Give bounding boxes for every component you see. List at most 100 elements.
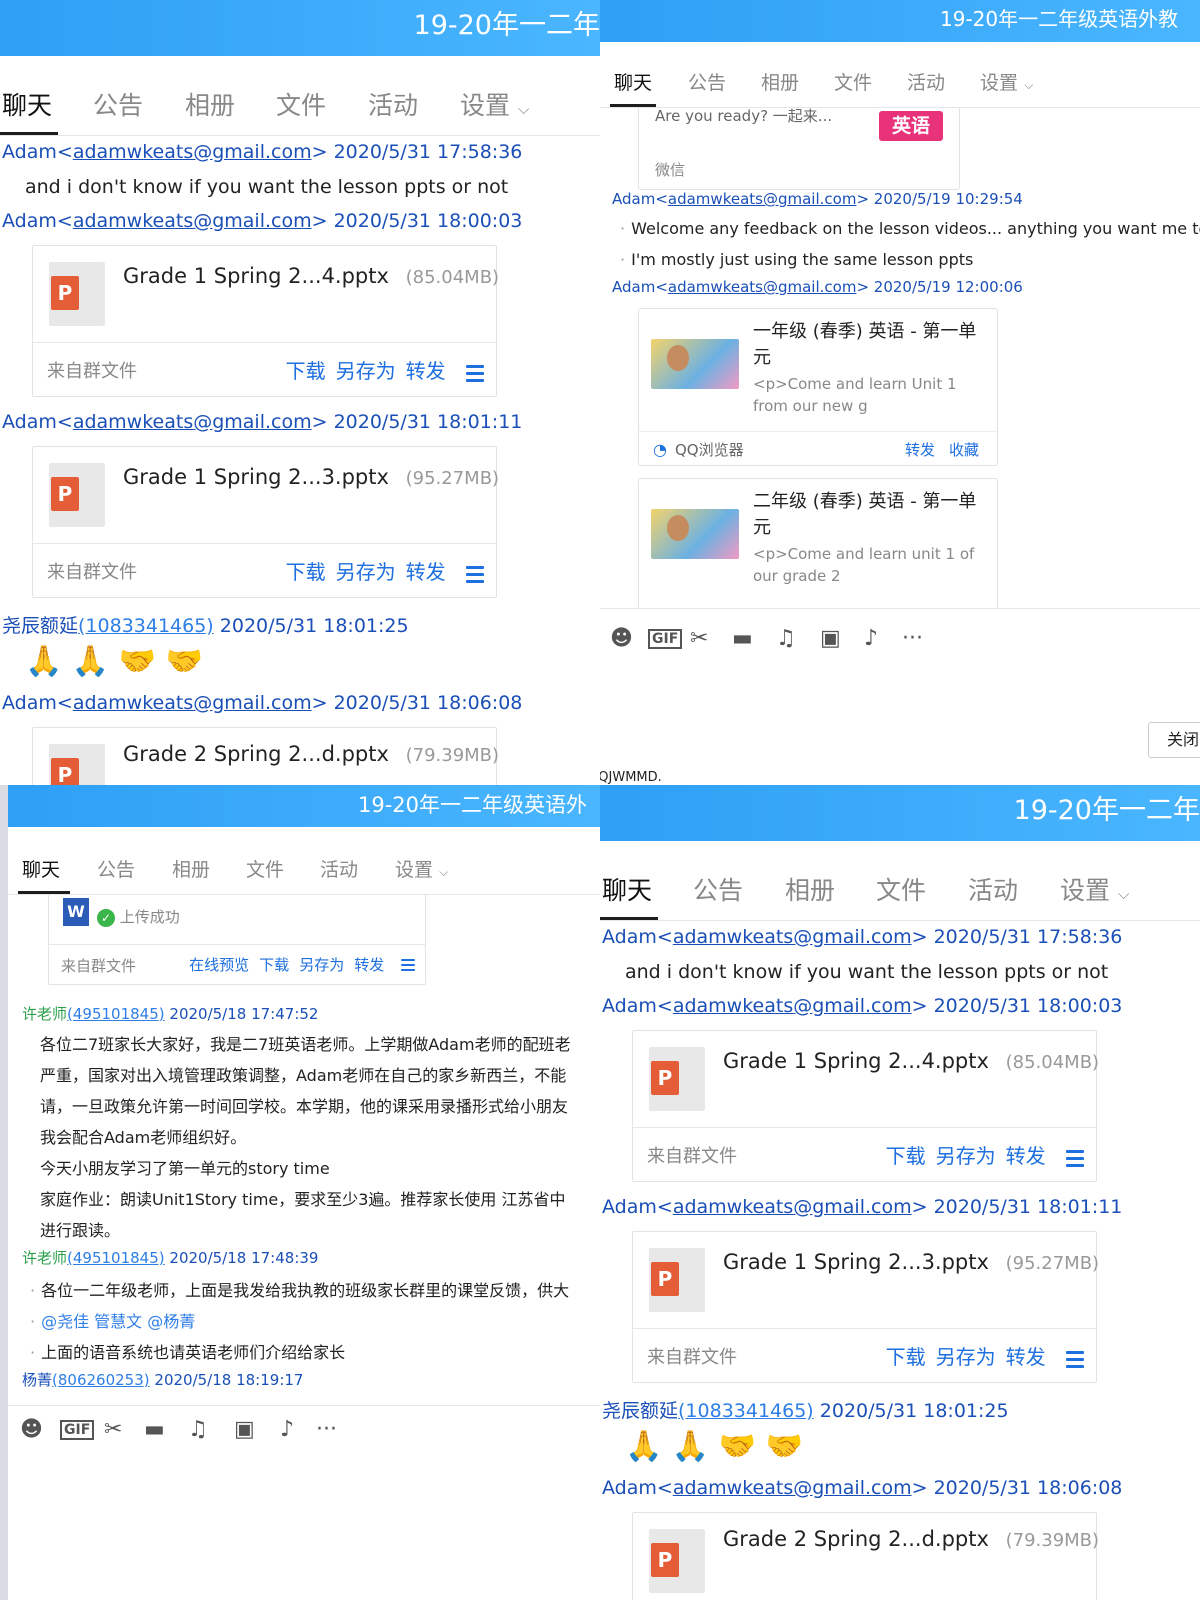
tab-notice[interactable]: 公告 <box>688 68 726 95</box>
tab-chat[interactable]: 聊天 <box>602 871 652 907</box>
video-share-card[interactable]: 一年级 (春季) 英语 - 第一单元 <p>Come and learn Uni… <box>638 308 998 466</box>
forward-link[interactable]: 转发 <box>1006 1144 1046 1168</box>
tab-chat[interactable]: 聊天 <box>2 86 52 122</box>
message-time: 2020/5/31 18:06:08 <box>933 1477 1123 1499</box>
tab-files[interactable]: 文件 <box>834 68 872 95</box>
image-icon[interactable]: ▣ <box>820 626 841 651</box>
scissors-icon[interactable]: ✂ <box>104 1417 122 1442</box>
tab-album[interactable]: 相册 <box>785 871 835 907</box>
forward-link[interactable]: 转发 <box>406 560 446 584</box>
sender-id-link[interactable]: (495101845) <box>67 1005 165 1023</box>
menu-icon[interactable] <box>1066 1350 1084 1368</box>
more-icon[interactable]: ··· <box>316 1417 337 1442</box>
sender-id-link[interactable]: (806260253) <box>52 1371 150 1389</box>
tab-notice[interactable]: 公告 <box>93 86 143 122</box>
sender-email-link[interactable]: adamwkeats@gmail.com <box>673 926 912 948</box>
handshake-emoji-icon: 🤝 <box>765 1429 804 1464</box>
tab-activity[interactable]: 活动 <box>907 68 945 95</box>
menu-icon[interactable] <box>466 565 484 583</box>
message-time: 2020/5/31 18:01:11 <box>333 411 523 433</box>
forward-link[interactable]: 转发 <box>406 359 446 383</box>
folder-icon[interactable]: ▬ <box>732 626 753 651</box>
download-link[interactable]: 下载 <box>886 1144 926 1168</box>
video-share-card[interactable]: 二年级 (春季) 英语 - 第一单元 <p>Come and learn uni… <box>638 478 998 608</box>
tab-activity[interactable]: 活动 <box>368 86 418 122</box>
forward-link[interactable]: 转发 <box>1006 1345 1046 1369</box>
tab-settings[interactable]: 设置 ⌵ <box>395 855 448 882</box>
close-button[interactable]: 关闭 <box>1148 722 1200 758</box>
sender-id-link[interactable]: (1083341465) <box>78 615 214 637</box>
forward-link[interactable]: 转发 <box>354 956 384 974</box>
menu-icon[interactable] <box>401 959 415 972</box>
file-card[interactable]: P Grade 1 Spring 2...3.pptx (95.27MB) 来自… <box>32 446 499 598</box>
file-card[interactable]: P Grade 1 Spring 2...4.pptx (85.04MB) 来自… <box>632 1030 1099 1182</box>
tab-settings[interactable]: 设置 ⌵ <box>1060 871 1129 907</box>
preview-link[interactable]: 在线预览 <box>189 956 249 974</box>
gif-icon[interactable]: GIF <box>60 1420 95 1440</box>
tab-notice[interactable]: 公告 <box>693 871 743 907</box>
sender-email-link[interactable]: adamwkeats@gmail.com <box>673 1477 912 1499</box>
tab-notice[interactable]: 公告 <box>97 855 135 882</box>
word-file-icon: W <box>63 898 89 926</box>
file-card[interactable]: P Grade 1 Spring 2...4.pptx (85.04MB) 来自… <box>32 245 499 397</box>
image-icon[interactable]: ▣ <box>234 1417 255 1442</box>
mention-text[interactable]: @尧佳 管慧文 @杨菁 <box>30 1308 195 1332</box>
music-icon[interactable]: ♫ <box>776 626 796 651</box>
save-as-link[interactable]: 另存为 <box>936 1345 996 1369</box>
bell-icon[interactable]: ♪ <box>280 1417 294 1442</box>
download-link[interactable]: 下载 <box>259 956 289 974</box>
gif-icon[interactable]: GIF <box>648 629 683 649</box>
file-size: (95.27MB) <box>1005 1253 1100 1274</box>
sender-email-link[interactable]: adamwkeats@gmail.com <box>668 190 857 208</box>
sender-email-link[interactable]: adamwkeats@gmail.com <box>73 141 312 163</box>
tab-album[interactable]: 相册 <box>185 86 235 122</box>
tab-activity[interactable]: 活动 <box>968 871 1018 907</box>
partial-footer-text: 4QJWMMD. <box>600 770 666 785</box>
save-as-link[interactable]: 另存为 <box>336 560 396 584</box>
file-card[interactable]: P Grade 2 Spring 2...d.pptx (79.39MB) <box>32 727 500 785</box>
file-size: (79.39MB) <box>405 745 500 766</box>
message-text: 进行跟读。 <box>40 1221 121 1240</box>
tab-files[interactable]: 文件 <box>276 86 326 122</box>
scissors-icon[interactable]: ✂ <box>690 626 708 651</box>
tab-files[interactable]: 文件 <box>876 871 926 907</box>
tab-files[interactable]: 文件 <box>246 855 284 882</box>
file-card[interactable]: W ✓ 上传成功 来自群文件 在线预览 下载 另存为 转发 <box>48 895 426 985</box>
smile-icon[interactable]: ☻ <box>610 626 633 651</box>
menu-icon[interactable] <box>466 364 484 382</box>
download-link[interactable]: 下载 <box>286 359 326 383</box>
sender-email-link[interactable]: adamwkeats@gmail.com <box>668 278 857 296</box>
sender-email-link[interactable]: adamwkeats@gmail.com <box>73 210 312 232</box>
wechat-share-card[interactable]: Are you ready? 一起来... 英语 微信 <box>638 108 960 190</box>
download-link[interactable]: 下载 <box>886 1345 926 1369</box>
sender-email-link[interactable]: adamwkeats@gmail.com <box>673 995 912 1017</box>
upload-status: ✓ 上传成功 <box>97 906 180 927</box>
tab-chat[interactable]: 聊天 <box>22 855 60 882</box>
tab-album[interactable]: 相册 <box>172 855 210 882</box>
download-link[interactable]: 下载 <box>286 560 326 584</box>
file-card[interactable]: P Grade 1 Spring 2...3.pptx (95.27MB) 来自… <box>632 1231 1100 1383</box>
forward-link[interactable]: 转发 <box>905 439 935 460</box>
sender-email-link[interactable]: adamwkeats@gmail.com <box>73 692 312 714</box>
tab-activity[interactable]: 活动 <box>320 855 358 882</box>
sender-id-link[interactable]: (495101845) <box>67 1249 165 1267</box>
sender-id-link[interactable]: (1083341465) <box>678 1400 814 1422</box>
sender-email-link[interactable]: adamwkeats@gmail.com <box>673 1196 912 1218</box>
folder-icon[interactable]: ▬ <box>144 1417 165 1442</box>
tab-album[interactable]: 相册 <box>761 68 799 95</box>
more-icon[interactable]: ··· <box>902 626 923 651</box>
tab-settings[interactable]: 设置 ⌵ <box>980 68 1033 95</box>
save-as-link[interactable]: 另存为 <box>936 1144 996 1168</box>
favorite-link[interactable]: 收藏 <box>949 439 979 460</box>
tab-settings[interactable]: 设置 ⌵ <box>460 86 529 122</box>
bell-icon[interactable]: ♪ <box>864 626 878 651</box>
sender-email-link[interactable]: adamwkeats@gmail.com <box>73 411 312 433</box>
tab-chat[interactable]: 聊天 <box>614 68 652 95</box>
message-time: 2020/5/19 12:00:06 <box>873 278 1023 296</box>
save-as-link[interactable]: 另存为 <box>299 956 344 974</box>
menu-icon[interactable] <box>1066 1149 1084 1167</box>
music-icon[interactable]: ♫ <box>188 1417 208 1442</box>
smile-icon[interactable]: ☻ <box>20 1417 43 1442</box>
save-as-link[interactable]: 另存为 <box>336 359 396 383</box>
file-card[interactable]: P Grade 2 Spring 2...d.pptx (79.39MB) <box>632 1512 1099 1600</box>
